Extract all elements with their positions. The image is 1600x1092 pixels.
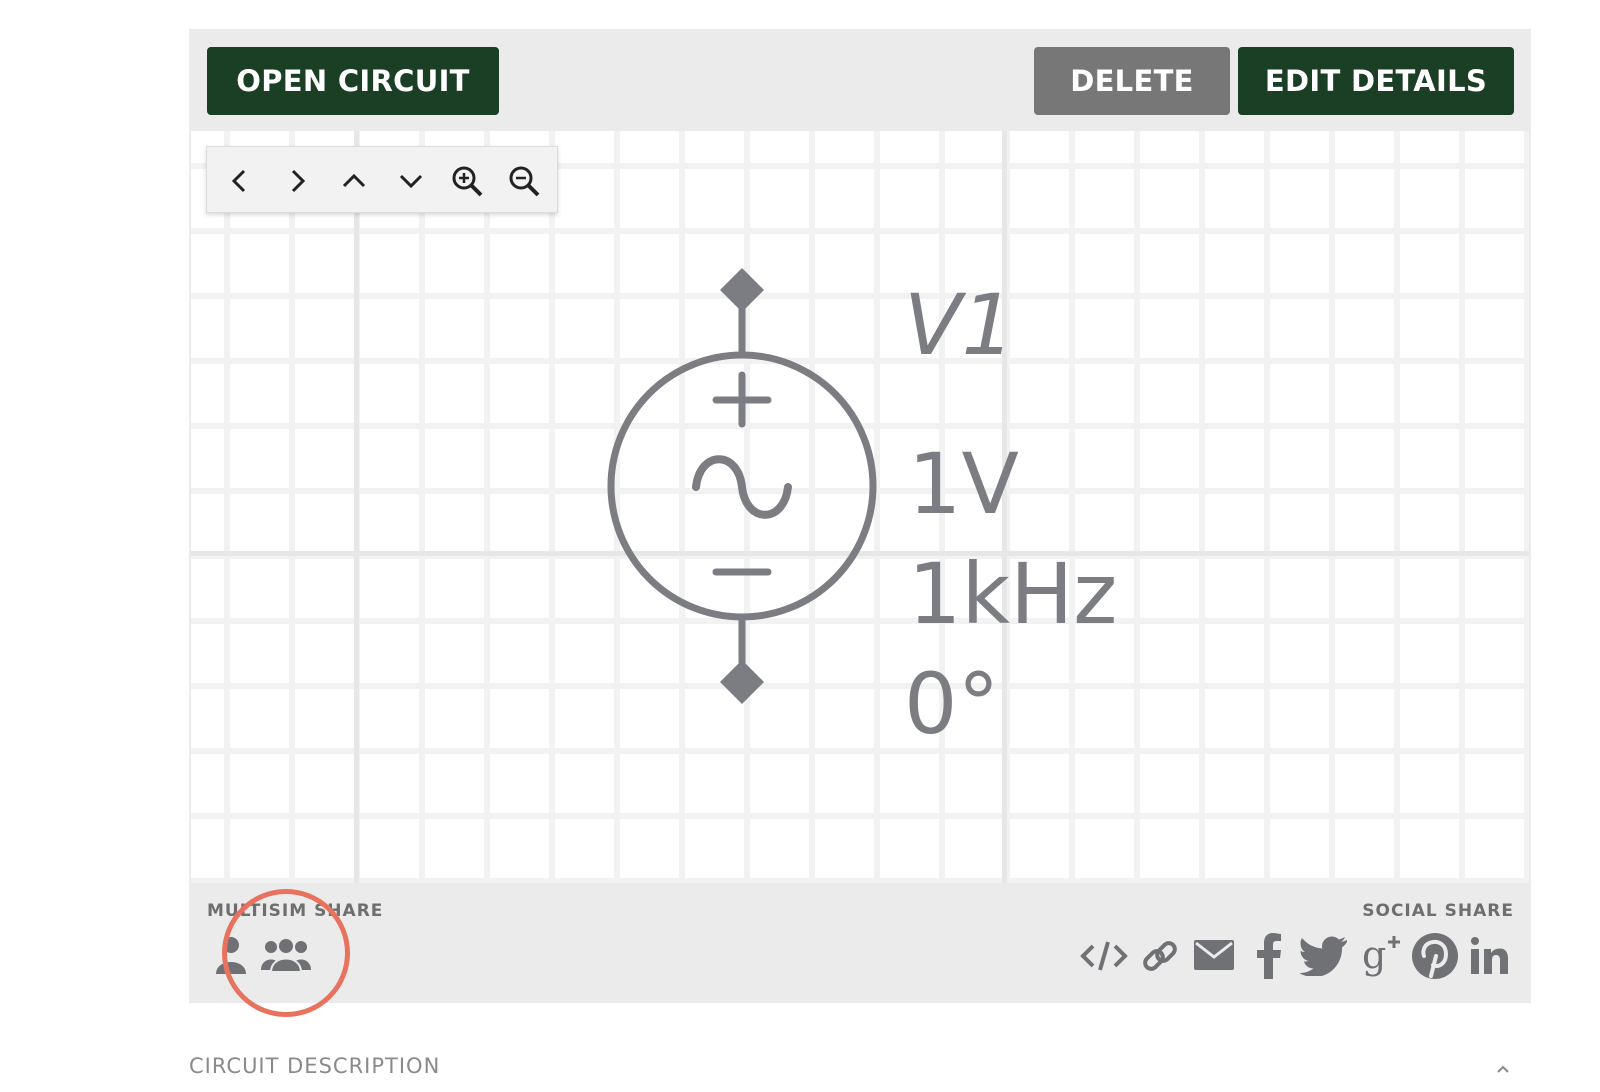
pinterest-icon [1412,933,1458,979]
zoom-in-button[interactable] [447,161,487,201]
facebook-icon [1257,933,1281,979]
frequency-label: 1kHz [908,545,1118,643]
google-plus-button[interactable]: g [1360,932,1402,978]
delete-button[interactable]: DELETE [1034,47,1230,115]
chevron-left-icon [231,169,246,193]
embed-button[interactable] [1080,936,1128,976]
open-circuit-button[interactable]: OPEN CIRCUIT [207,47,499,115]
link-icon [1143,941,1177,971]
social-share-heading: SOCIAL SHARE [1362,901,1514,921]
phase-label: 0° [904,655,1000,753]
share-private-button[interactable] [212,934,250,976]
email-button[interactable] [1193,938,1235,972]
twitter-icon [1300,936,1347,976]
pan-down-button[interactable] [391,161,431,201]
share-group-button[interactable] [261,934,311,976]
linkedin-button[interactable] [1470,936,1510,976]
edit-details-button[interactable]: EDIT DETAILS [1238,47,1514,115]
zoom-in-icon [452,166,483,197]
component-name-label: V1 [904,276,1015,374]
facebook-button[interactable] [1254,932,1284,980]
email-icon [1194,940,1234,970]
pan-up-button[interactable] [334,161,374,201]
group-icon [261,937,311,973]
circuit-description-heading: CIRCUIT DESCRIPTION [189,1054,441,1078]
multisim-share-heading: MULTISIM SHARE [207,901,384,921]
canvas-nav-toolbar [206,146,558,213]
voltage-label: 1V [908,435,1019,533]
embed-icon [1080,941,1128,971]
chevron-right-icon [291,169,306,193]
link-button[interactable] [1140,936,1180,976]
zoom-out-button[interactable] [504,161,544,201]
pinterest-button[interactable] [1411,932,1459,980]
svg-text:g: g [1362,933,1386,977]
chevron-down-icon [399,174,423,189]
zoom-out-icon [509,166,540,197]
linkedin-icon [1471,937,1508,974]
twitter-button[interactable] [1300,934,1348,976]
chevron-up-icon[interactable] [1496,1062,1510,1076]
google-plus-icon: g [1362,933,1400,977]
user-icon [216,937,246,974]
pan-right-button[interactable] [277,161,317,201]
ac-voltage-source-symbol[interactable] [590,262,900,712]
pan-left-button[interactable] [220,161,260,201]
grid-line [354,131,359,883]
chevron-up-icon [342,173,366,188]
